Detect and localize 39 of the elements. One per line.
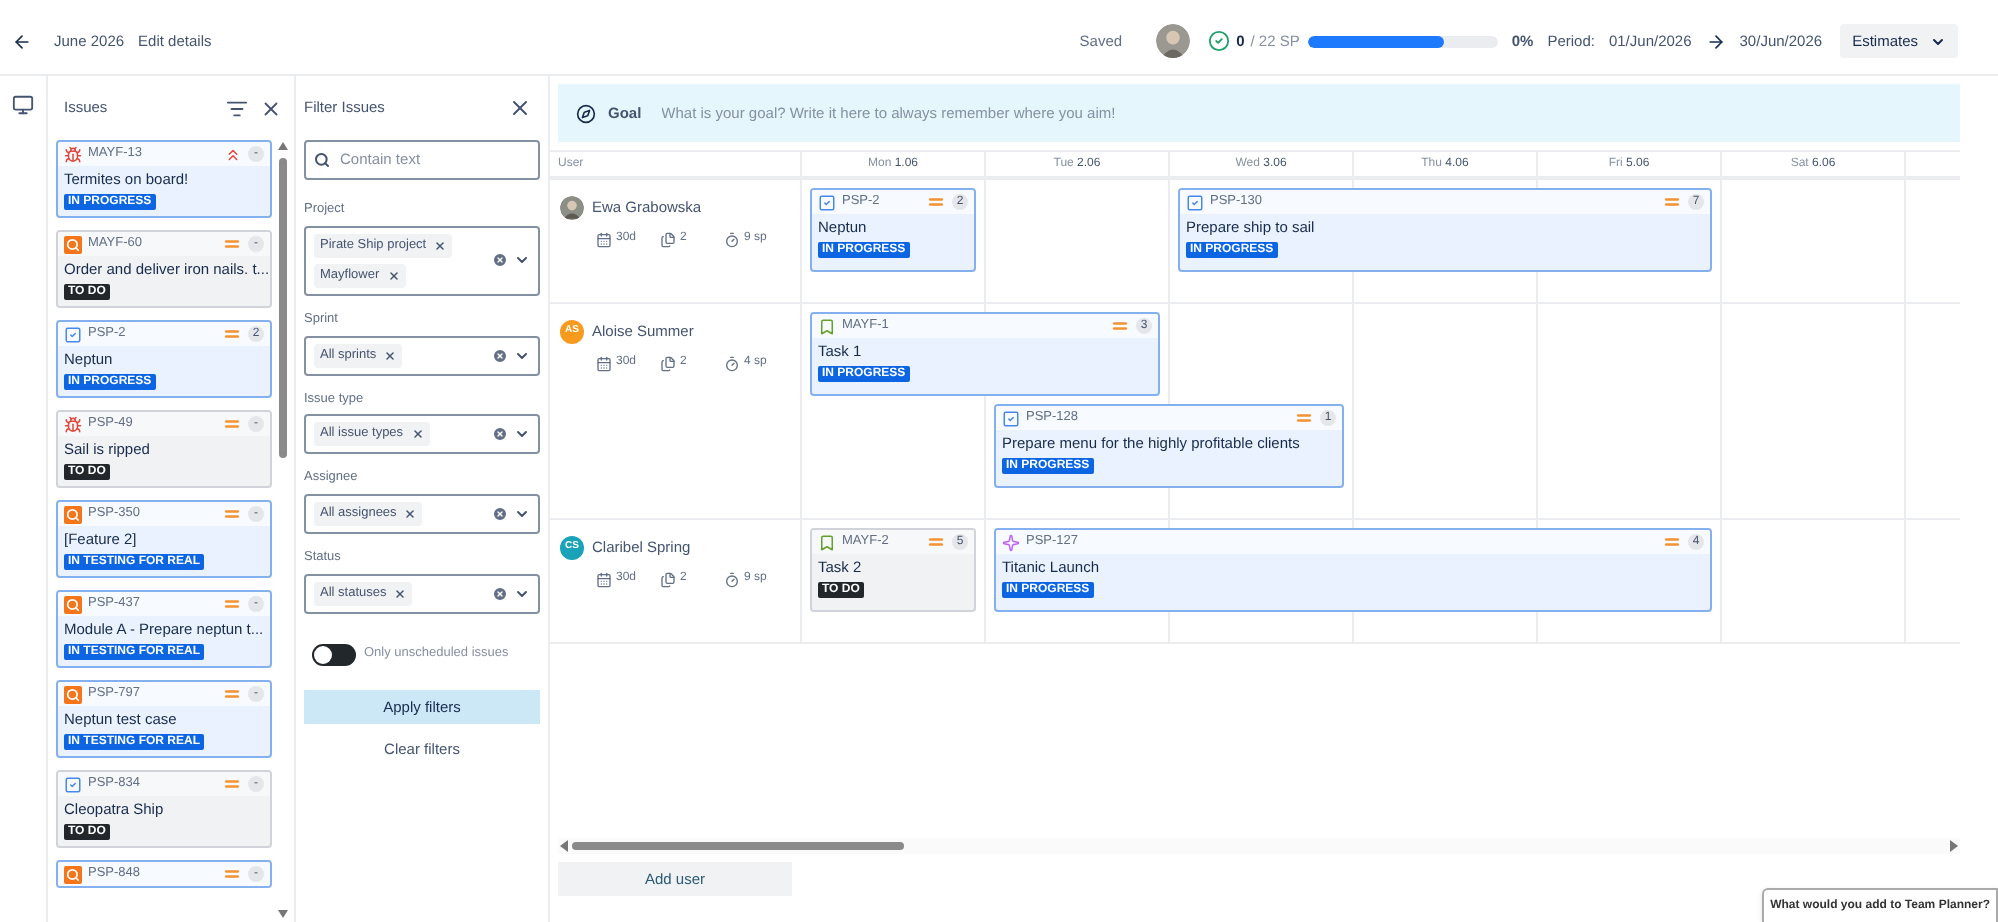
clear-icon[interactable] [492, 347, 508, 363]
clear-icon[interactable] [492, 585, 508, 602]
monitor-icon[interactable] [12, 94, 34, 116]
issues-icon [660, 355, 676, 371]
chevron-icon[interactable] [514, 585, 530, 602]
remove-icon[interactable] [384, 349, 397, 361]
clear-icon[interactable] [492, 252, 508, 269]
remove-icon[interactable] [404, 508, 417, 520]
timer-icon [724, 355, 740, 371]
back-icon[interactable] [12, 31, 32, 51]
chevron-icon[interactable] [514, 252, 530, 269]
remove-icon[interactable] [411, 428, 424, 441]
calendar-icon [596, 355, 612, 371]
filter-icon[interactable] [226, 97, 248, 119]
issues-icon [660, 571, 676, 587]
clear-icon[interactable] [492, 506, 508, 522]
search-icon [314, 152, 330, 168]
issues-icon [660, 231, 676, 247]
horizontal-scrollbar[interactable] [558, 838, 1960, 854]
chevron-icon[interactable] [514, 426, 530, 443]
toggle-switch[interactable] [312, 643, 356, 666]
chevron-icon [1930, 33, 1946, 49]
clear-icon[interactable] [492, 426, 508, 443]
remove-icon[interactable] [387, 269, 400, 282]
chevron-icon[interactable] [514, 506, 530, 522]
remove-icon[interactable] [434, 239, 447, 252]
calendar-icon [596, 571, 612, 587]
remove-icon[interactable] [394, 587, 407, 600]
scrollbar[interactable] [276, 140, 290, 920]
calendar-icon [596, 231, 612, 247]
arrow-icon [1705, 31, 1726, 51]
check-circle-icon [1208, 30, 1231, 52]
user-avatar[interactable] [1156, 24, 1191, 58]
close-icon[interactable] [508, 96, 532, 120]
chevron-icon[interactable] [514, 347, 530, 363]
timer-icon [724, 571, 740, 587]
close-icon[interactable] [260, 97, 282, 119]
compass-icon [576, 103, 596, 123]
timer-icon [724, 231, 740, 247]
